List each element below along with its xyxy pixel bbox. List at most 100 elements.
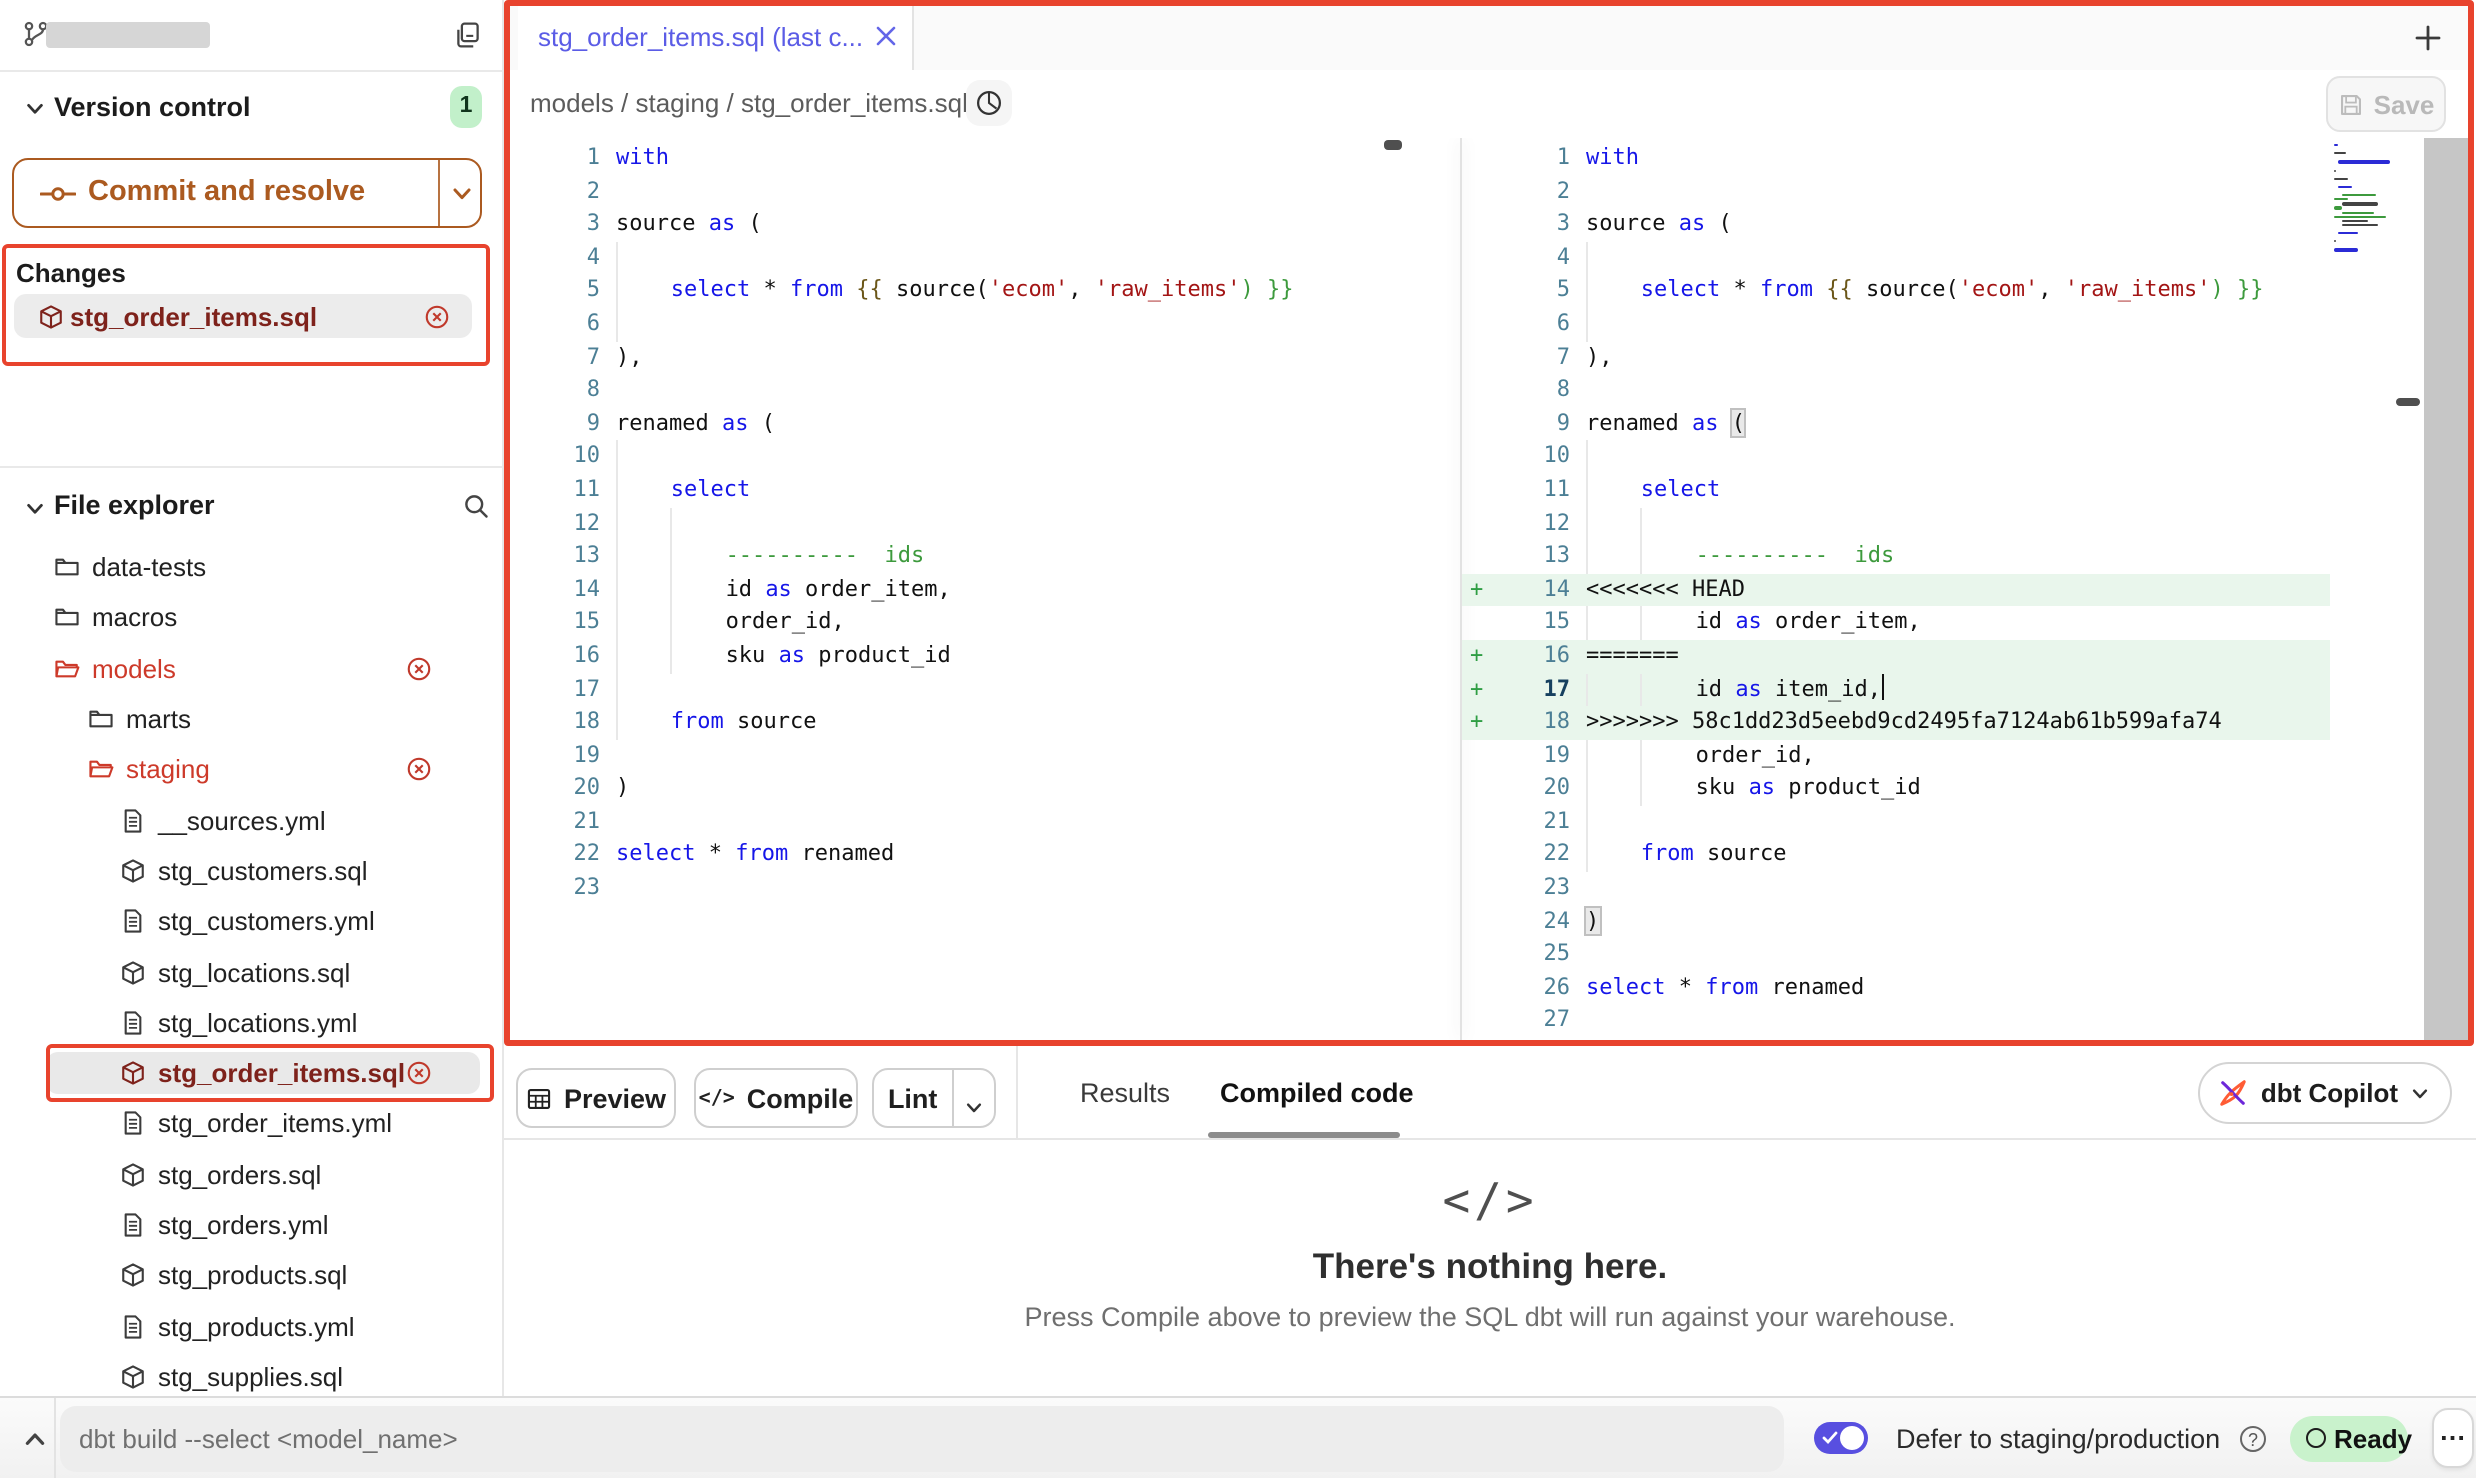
preview-button[interactable]: Preview xyxy=(516,1068,676,1128)
save-button-label: Save xyxy=(2374,89,2435,119)
circle-x-icon[interactable] xyxy=(406,1060,432,1086)
tab-title: stg_order_items.sql (last c... xyxy=(538,22,863,52)
file-tree-item-label: stg_orders.sql xyxy=(158,1159,321,1189)
version-control-section[interactable]: Version control 1 xyxy=(0,86,504,130)
editor-right-pane[interactable]: 1with 2 3source as ( 4 5select * from {{… xyxy=(1462,138,2330,1040)
file-tree-item[interactable]: stg_products.sql xyxy=(0,1250,504,1301)
scrollbar-track[interactable] xyxy=(2424,138,2468,1040)
file-tree-item[interactable]: data-tests xyxy=(0,542,504,593)
file-tree-item[interactable]: stg_locations.sql xyxy=(0,947,504,998)
file-tree-item-label: stg_products.sql xyxy=(158,1261,347,1291)
copy-icon[interactable] xyxy=(454,20,482,50)
lineage-button[interactable] xyxy=(966,80,1012,126)
command-input[interactable]: dbt build --select <model_name> xyxy=(59,1405,1783,1471)
file-tree-item[interactable]: stg_order_items.sql xyxy=(0,1048,504,1099)
minimap[interactable] xyxy=(2334,144,2390,257)
code-line: 5select * from {{ source('ecom', 'raw_it… xyxy=(1462,275,2330,308)
editor-tab-bar: stg_order_items.sql (last c... xyxy=(510,6,2468,72)
file-tree-item-label: stg_customers.sql xyxy=(158,856,368,886)
file-tree-item[interactable]: __sources.yml xyxy=(0,795,504,846)
dbt-copilot-button[interactable]: dbt Copilot xyxy=(2199,1062,2452,1124)
file-tree-item-label: models xyxy=(92,653,176,683)
close-icon[interactable] xyxy=(876,26,896,46)
file-tree-item[interactable]: stg_order_items.yml xyxy=(0,1099,504,1150)
code-line: 10 xyxy=(1462,441,2330,474)
code-line: 20) xyxy=(510,773,1460,806)
file-explorer-divider xyxy=(0,466,504,468)
compile-button[interactable]: </> Compile xyxy=(694,1068,858,1128)
file-tree-item[interactable]: stg_customers.sql xyxy=(0,846,504,897)
chevron-up-icon[interactable] xyxy=(22,1426,48,1452)
model-icon xyxy=(120,1060,146,1086)
file-icon xyxy=(120,1212,146,1238)
commit-and-resolve-button[interactable]: Commit and resolve xyxy=(12,158,482,228)
code-line: 11select xyxy=(1462,474,2330,507)
file-tree-item-label: marts xyxy=(126,704,191,734)
file-tree-item[interactable]: models xyxy=(0,643,504,694)
plus-icon[interactable] xyxy=(2414,24,2442,52)
file-tree-item[interactable]: stg_locations.yml xyxy=(0,997,504,1048)
save-button[interactable]: Save xyxy=(2326,76,2446,132)
code-line: 20sku as product_id xyxy=(1462,773,2330,806)
file-tree-item-label: data-tests xyxy=(92,552,206,582)
tab-compiled-code[interactable]: Compiled code xyxy=(1220,1046,1414,1138)
file-tree-item[interactable]: marts xyxy=(0,694,504,745)
code-line: 4 xyxy=(1462,242,2330,275)
circle-x-icon[interactable] xyxy=(406,655,432,681)
code-line: 12 xyxy=(510,507,1460,540)
help-icon[interactable]: ? xyxy=(2240,1425,2266,1451)
status-badge[interactable]: Ready xyxy=(2290,1415,2408,1461)
model-icon xyxy=(120,1364,146,1390)
circle-x-icon[interactable] xyxy=(424,303,450,329)
circle-x-icon[interactable] xyxy=(406,757,432,783)
changed-file-row[interactable]: stg_order_items.sql xyxy=(14,294,472,338)
lint-button[interactable]: Lint xyxy=(872,1068,996,1128)
code-line: 3source as ( xyxy=(510,208,1460,241)
file-tree-item[interactable]: stg_products.yml xyxy=(0,1301,504,1352)
lint-dropdown[interactable] xyxy=(953,1078,994,1118)
chevron-down-icon[interactable] xyxy=(24,98,46,120)
code-line: 23 xyxy=(510,872,1460,905)
code-line: 1with xyxy=(510,142,1460,175)
file-tree-item[interactable]: staging xyxy=(0,744,504,795)
file-tree-item[interactable]: macros xyxy=(0,593,504,644)
file-explorer-label: File explorer xyxy=(54,490,215,520)
code-line: 26select * from renamed xyxy=(1462,972,2330,1005)
chevron-down-icon[interactable] xyxy=(450,182,474,206)
scrollbar-marker[interactable] xyxy=(2396,398,2420,406)
editor-tab-active[interactable]: stg_order_items.sql (last c... xyxy=(518,6,914,71)
code-line: 2 xyxy=(1462,175,2330,208)
ready-label: Ready xyxy=(2334,1423,2412,1453)
tab-results[interactable]: Results xyxy=(1080,1046,1170,1138)
ellipsis-icon[interactable]: ⋯ xyxy=(2432,1408,2473,1468)
file-icon xyxy=(120,1313,146,1339)
defer-label: Defer to staging/production xyxy=(1896,1424,2220,1454)
chevron-down-icon[interactable] xyxy=(24,498,46,520)
code-line: 9renamed as ( xyxy=(510,408,1460,441)
commit-button-label: Commit and resolve xyxy=(88,176,365,208)
file-tree-item[interactable]: stg_supplies.sql xyxy=(0,1352,504,1397)
file-tree-item[interactable]: stg_customers.yml xyxy=(0,896,504,947)
file-tree-item-label: stg_products.yml xyxy=(158,1311,355,1341)
code-line: 6 xyxy=(1462,308,2330,341)
chevron-down-icon xyxy=(2410,1083,2430,1103)
left-pane-scrollbar-thumb[interactable] xyxy=(1384,140,1402,150)
editor-panel: stg_order_items.sql (last c... models / … xyxy=(504,0,2474,1046)
model-icon xyxy=(120,858,146,884)
model-icon xyxy=(38,303,64,329)
search-icon[interactable] xyxy=(462,492,490,520)
file-tree-item[interactable]: stg_orders.sql xyxy=(0,1149,504,1200)
dbt-ide: Version control 1 Commit and resolve Cha… xyxy=(0,0,2476,1478)
changed-file-name: stg_order_items.sql xyxy=(70,301,317,331)
copilot-icon xyxy=(2219,1078,2249,1108)
editor-left-pane[interactable]: 1with23source as (45select * from {{ sou… xyxy=(510,138,1460,1040)
code-line: 7), xyxy=(1462,341,2330,374)
code-line: 8 xyxy=(1462,374,2330,407)
editor-header: models / staging / stg_order_items.sql S… xyxy=(510,70,2468,140)
file-tree-item[interactable]: stg_orders.yml xyxy=(0,1200,504,1251)
file-tree-item-label: stg_supplies.sql xyxy=(158,1362,343,1392)
code-line: 24) xyxy=(1462,905,2330,938)
code-line: 18from source xyxy=(510,706,1460,739)
code-line: 15id as order_item, xyxy=(1462,607,2330,640)
defer-toggle[interactable] xyxy=(1814,1422,1868,1454)
